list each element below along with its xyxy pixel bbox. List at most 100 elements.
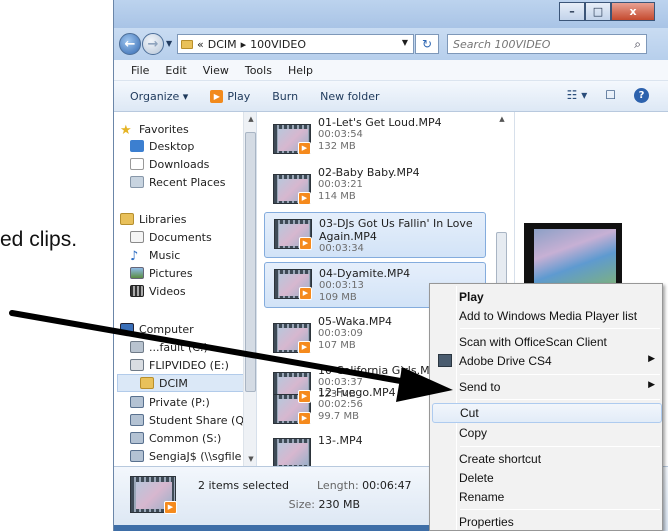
preview-pane-button[interactable]: ☐ — [605, 88, 616, 103]
selection-length: Length: 00:06:47 — [317, 479, 412, 492]
menu-tools[interactable]: Tools — [245, 64, 272, 77]
context-menu: Play Add to Windows Media Player list Sc… — [429, 283, 663, 531]
caption-buttons: – □ x — [559, 2, 655, 21]
nav-common-s[interactable]: Common (S:) — [130, 429, 221, 447]
nav-desktop[interactable]: Desktop — [130, 137, 194, 155]
nav-downloads[interactable]: Downloads — [130, 155, 209, 173]
nav-recent-places[interactable]: Recent Places — [130, 173, 226, 191]
play-icon: ▶ — [210, 89, 224, 103]
minimize-button[interactable]: – — [559, 2, 585, 21]
search-box[interactable]: ⌕ — [447, 34, 647, 54]
nav-student-share-label: Student Share (Q — [149, 413, 244, 427]
menu-item-add-to-wmp-list[interactable]: Add to Windows Media Player list — [432, 306, 662, 325]
nav-scroll-thumb[interactable] — [245, 132, 256, 392]
submenu-arrow-icon: ▶ — [648, 379, 655, 389]
adobe-drive-icon — [438, 354, 452, 367]
nav-private-p-label: Private (P:) — [149, 395, 210, 409]
nav-libraries-label: Libraries — [139, 212, 187, 226]
menu-item-create-shortcut[interactable]: Create shortcut — [432, 449, 662, 468]
nav-flipvideo[interactable]: FLIPVIDEO (E:) — [130, 356, 229, 374]
nav-favorites-label: Favorites — [139, 122, 189, 136]
nav-documents-label: Documents — [149, 230, 212, 244]
nav-favorites[interactable]: ★ Favorites — [120, 120, 189, 139]
downloads-icon — [130, 158, 144, 170]
nav-recent-places-label: Recent Places — [149, 175, 226, 189]
navigation-bar: ← → ▼ « DCIM ▸ 100VIDEO ▼ ↻ ⌕ — [114, 28, 668, 60]
menu-file[interactable]: File — [131, 64, 149, 77]
nav-computer[interactable]: Computer — [120, 320, 194, 338]
network-drive-icon — [130, 450, 144, 462]
nav-sengiaj[interactable]: SengiaJ$ (\\sgfile — [130, 447, 241, 465]
burn-button[interactable]: Burn — [272, 90, 298, 103]
menu-item-properties[interactable]: Properties — [432, 512, 662, 531]
menu-help[interactable]: Help — [288, 64, 313, 77]
maximize-button[interactable]: □ — [585, 2, 611, 21]
removable-drive-icon — [130, 359, 144, 371]
menu-edit[interactable]: Edit — [165, 64, 186, 77]
nav-sengiaj-label: SengiaJ$ (\\sgfile — [149, 449, 242, 463]
menu-separator — [460, 509, 660, 510]
refresh-button[interactable]: ↻ — [415, 34, 439, 54]
address-separator[interactable]: ▸ — [241, 38, 247, 51]
scroll-down-icon[interactable]: ▼ — [244, 452, 256, 466]
address-bar[interactable]: « DCIM ▸ 100VIDEO ▼ — [177, 34, 414, 54]
menu-item-rename[interactable]: Rename — [432, 487, 662, 506]
nav-common-s-label: Common (S:) — [149, 431, 222, 445]
play-button[interactable]: ▶ Play — [210, 89, 250, 103]
documents-icon — [130, 231, 144, 243]
nav-flipvideo-label: FLIPVIDEO (E:) — [149, 358, 229, 372]
nav-private-p[interactable]: Private (P:) — [130, 393, 210, 411]
search-input[interactable] — [453, 37, 613, 51]
file-item[interactable]: ▶ 03-DJs Got Us Fallin' In Love Again.MP… — [264, 212, 486, 258]
size-label: Size: — [288, 498, 315, 511]
menu-item-scan-officescan[interactable]: Scan with OfficeScan Client — [432, 332, 662, 351]
forward-button[interactable]: → — [142, 33, 164, 55]
submenu-arrow-icon: ▶ — [648, 353, 655, 363]
vlc-cone-icon: ▶ — [298, 341, 311, 354]
nav-downloads-label: Downloads — [149, 157, 210, 171]
search-icon[interactable]: ⌕ — [634, 37, 641, 52]
scroll-up-icon[interactable]: ▲ — [495, 112, 509, 126]
file-duration: 00:03:54 — [318, 129, 363, 140]
size-value: 230 MB — [318, 498, 360, 511]
nav-pictures[interactable]: Pictures — [130, 264, 193, 282]
nav-documents[interactable]: Documents — [130, 228, 212, 246]
nav-dcim[interactable]: DCIM — [117, 374, 252, 392]
file-info: 02-Baby Baby.MP4 00:03:21 114 MB — [318, 166, 483, 203]
nav-scrollbar[interactable]: ▲ ▼ — [243, 112, 256, 466]
menu-item-delete[interactable]: Delete — [432, 468, 662, 487]
scroll-up-icon[interactable]: ▲ — [244, 112, 256, 126]
file-size: 132 MB — [318, 141, 356, 152]
address-segment-dcim[interactable]: DCIM — [208, 38, 237, 51]
menu-item-copy[interactable]: Copy — [432, 423, 662, 442]
back-button[interactable]: ← — [119, 33, 141, 55]
menu-item-adobe-drive[interactable]: Adobe Drive CS4 ▶ — [432, 351, 662, 370]
recent-places-icon — [130, 176, 144, 188]
file-name: 03-DJs Got Us Fallin' In Love Again.MP4 — [319, 217, 473, 243]
new-folder-button[interactable]: New folder — [320, 90, 379, 103]
nav-videos[interactable]: Videos — [130, 282, 186, 300]
help-button[interactable]: ? — [634, 88, 649, 103]
view-controls: ☷ ▾ ☐ ? — [567, 88, 649, 103]
network-drive-icon — [130, 414, 144, 426]
address-dropdown-icon[interactable]: ▼ — [402, 38, 408, 47]
menu-item-play[interactable]: Play — [432, 287, 662, 306]
menu-bar: File Edit View Tools Help — [114, 60, 668, 81]
change-view-button[interactable]: ☷ ▾ — [567, 88, 588, 103]
close-button[interactable]: x — [611, 2, 655, 21]
nav-drive-c[interactable]: ...fault (C:) — [130, 338, 208, 356]
address-overflow-chevron[interactable]: « — [197, 38, 204, 51]
menu-view[interactable]: View — [203, 64, 229, 77]
title-bar[interactable]: – □ x — [114, 0, 668, 28]
command-bar: Organize ▾ ▶ Play Burn New folder ☷ ▾ ☐ ? — [114, 81, 668, 112]
recent-pages-dropdown[interactable]: ▼ — [166, 39, 172, 48]
address-segment-100video[interactable]: 100VIDEO — [250, 38, 306, 51]
nav-music[interactable]: ♪ Music — [130, 246, 180, 265]
menu-item-send-to[interactable]: Send to ▶ — [432, 377, 662, 396]
nav-libraries[interactable]: Libraries — [120, 210, 187, 228]
menu-separator — [460, 374, 660, 375]
vlc-cone-icon: ▶ — [299, 287, 312, 300]
organize-button[interactable]: Organize ▾ — [130, 90, 188, 103]
nav-student-share[interactable]: Student Share (Q — [130, 411, 244, 429]
menu-item-cut[interactable]: Cut — [432, 403, 662, 423]
